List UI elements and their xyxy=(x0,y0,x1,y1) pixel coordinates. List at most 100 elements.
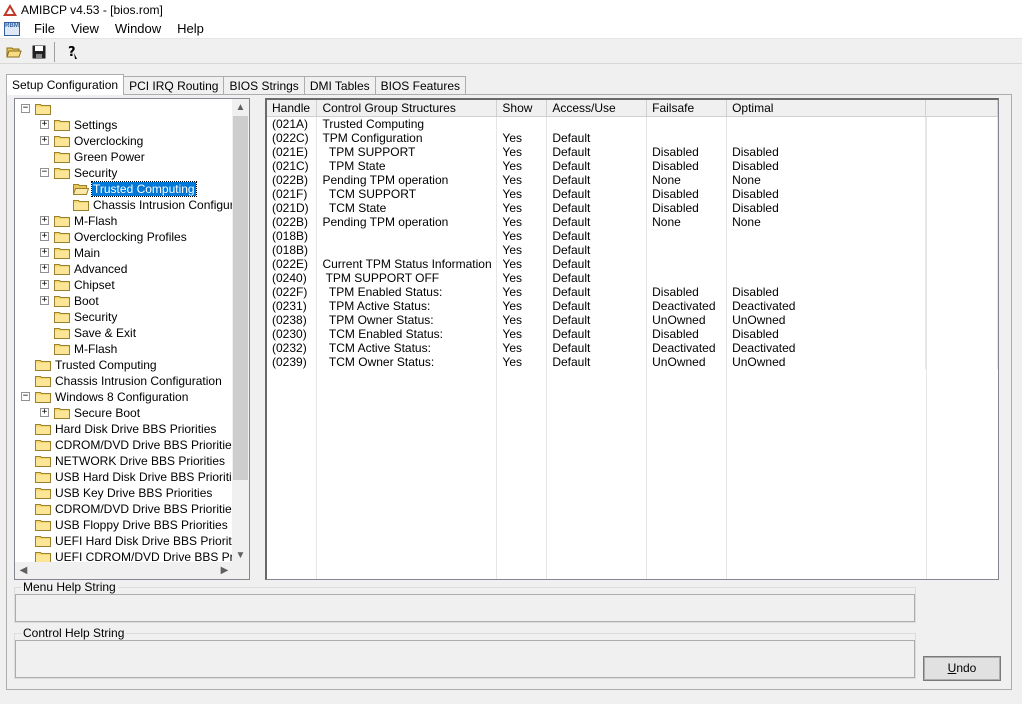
cell-access[interactable]: Default xyxy=(546,298,648,313)
table-row[interactable]: (0239) TCM Owner Status: Yes Default UnOwne… xyxy=(267,354,998,369)
cell-show[interactable]: Yes xyxy=(496,284,548,299)
cell-optimal[interactable]: Disabled xyxy=(726,200,927,215)
cell-show[interactable]: Yes xyxy=(496,312,548,327)
cell-optimal[interactable] xyxy=(726,270,927,285)
tree-node[interactable]: Boot xyxy=(54,293,100,309)
tree-node[interactable]: Chassis Intrusion Configuration xyxy=(35,373,223,389)
col-header-access[interactable]: Access/Use xyxy=(546,100,648,117)
cell-optimal[interactable]: None xyxy=(726,172,927,187)
cell-optimal[interactable] xyxy=(726,116,927,131)
tab-pci-irq-routing[interactable]: PCI IRQ Routing xyxy=(123,76,225,95)
cell-show[interactable] xyxy=(496,116,548,131)
table-row[interactable]: (022E) Current TPM Status Information Yes D… xyxy=(267,256,998,271)
cell-structure[interactable]: Pending TPM operation xyxy=(316,172,498,187)
menu-view[interactable]: View xyxy=(63,19,107,39)
cell-failsafe[interactable]: Disabled xyxy=(646,326,728,341)
cell-structure[interactable]: TCM SUPPORT xyxy=(316,186,498,201)
cell-access[interactable]: Default xyxy=(546,172,648,187)
tree-node[interactable]: Security xyxy=(54,165,118,181)
table-row[interactable]: (022B) Pending TPM operation Yes Default Non… xyxy=(267,172,998,187)
cell-optimal[interactable]: Deactivated xyxy=(726,340,927,355)
table-row[interactable]: (0231) TPM Active Status: Yes Default Deact… xyxy=(267,298,998,313)
tree-node[interactable]: Hard Disk Drive BBS Priorities xyxy=(35,421,217,437)
cell-handle[interactable]: (021F) xyxy=(267,186,318,201)
tree-node[interactable]: Green Power xyxy=(54,149,146,165)
tree-node[interactable]: Secure Boot xyxy=(54,405,141,421)
cell-failsafe[interactable]: Disabled xyxy=(646,144,728,159)
tree-node[interactable]: Overclocking Profiles xyxy=(54,229,188,245)
cell-handle[interactable]: (0232) xyxy=(267,340,318,355)
scroll-right-icon[interactable]: ▶ xyxy=(216,562,233,579)
cell-failsafe[interactable]: Deactivated xyxy=(646,298,728,313)
tree-node[interactable]: M-Flash xyxy=(54,213,118,229)
table-row[interactable]: (022F) TPM Enabled Status: Yes Default Disa… xyxy=(267,284,998,299)
cell-handle[interactable]: (021D) xyxy=(267,200,318,215)
expand-icon[interactable]: + xyxy=(40,120,49,129)
table-row[interactable]: (0232) TCM Active Status: Yes Default Deact… xyxy=(267,340,998,355)
tree-node[interactable]: CDROM/DVD Drive BBS Priorities xyxy=(35,501,233,517)
cell-failsafe[interactable] xyxy=(646,242,728,257)
cell-failsafe[interactable]: UnOwned xyxy=(646,312,728,327)
cell-handle[interactable]: (0238) xyxy=(267,312,318,327)
tree-node[interactable]: M-Flash xyxy=(54,341,118,357)
expand-icon[interactable]: + xyxy=(40,408,49,417)
table-row[interactable]: (022B) Pending TPM operation Yes Default Non… xyxy=(267,214,998,229)
cell-handle[interactable]: (022F) xyxy=(267,284,318,299)
col-header-optimal[interactable]: Optimal xyxy=(726,100,927,117)
tab-bios-strings[interactable]: BIOS Strings xyxy=(223,76,305,95)
tree-vertical-scrollbar[interactable]: ▲ ▼ xyxy=(232,99,249,564)
cell-access[interactable]: Default xyxy=(546,228,648,243)
cell-access[interactable]: Default xyxy=(546,326,648,341)
cell-show[interactable]: Yes xyxy=(496,326,548,341)
cell-handle[interactable]: (022C) xyxy=(267,130,318,145)
cell-access[interactable]: Default xyxy=(546,284,648,299)
cell-optimal[interactable]: None xyxy=(726,214,927,229)
cell-handle[interactable]: (022B) xyxy=(267,214,318,229)
cell-failsafe[interactable]: None xyxy=(646,172,728,187)
col-header-failsafe[interactable]: Failsafe xyxy=(646,100,728,117)
table-row[interactable]: (021A) Trusted Computing xyxy=(267,116,998,131)
table-row[interactable]: (021C) TPM State Yes Default Disabled Disabl… xyxy=(267,158,998,173)
tree-node[interactable]: USB Hard Disk Drive BBS Priorities xyxy=(35,469,233,485)
expand-icon[interactable]: + xyxy=(40,248,49,257)
cell-show[interactable]: Yes xyxy=(496,200,548,215)
cell-handle[interactable]: (022B) xyxy=(267,172,318,187)
tree-node[interactable]: Trusted Computing xyxy=(35,357,158,373)
cell-show[interactable]: Yes xyxy=(496,340,548,355)
tree-node[interactable]: Settings xyxy=(54,117,118,133)
cell-access[interactable]: Default xyxy=(546,242,648,257)
expand-icon[interactable]: + xyxy=(40,216,49,225)
tree-node[interactable]: Main xyxy=(54,245,101,261)
cell-optimal[interactable]: Disabled xyxy=(726,144,927,159)
cell-structure[interactable]: TPM Active Status: xyxy=(316,298,498,313)
cell-access[interactable]: Default xyxy=(546,130,648,145)
tab-dmi-tables[interactable]: DMI Tables xyxy=(303,76,376,95)
cell-failsafe[interactable]: Disabled xyxy=(646,284,728,299)
table-row[interactable]: (018B) Yes Default xyxy=(267,228,998,243)
save-button[interactable] xyxy=(28,41,50,63)
cell-handle[interactable]: (022E) xyxy=(267,256,318,271)
cell-show[interactable]: Yes xyxy=(496,186,548,201)
cell-optimal[interactable]: Disabled xyxy=(726,284,927,299)
table-row[interactable]: (0230) TCM Enabled Status: Yes Default Disa… xyxy=(267,326,998,341)
cell-access[interactable]: Default xyxy=(546,256,648,271)
cell-access[interactable] xyxy=(546,116,648,131)
cell-optimal[interactable] xyxy=(726,130,927,145)
collapse-icon[interactable]: − xyxy=(21,392,30,401)
table-row[interactable]: (0238) TPM Owner Status: Yes Default UnOwne… xyxy=(267,312,998,327)
menu-help[interactable]: Help xyxy=(169,19,212,39)
cell-structure[interactable]: TCM State xyxy=(316,200,498,215)
tree-node[interactable]: Chassis Intrusion Configuratio xyxy=(73,197,233,213)
tree-node[interactable]: Trusted Computing xyxy=(73,181,197,197)
cell-access[interactable]: Default xyxy=(546,144,648,159)
cell-show[interactable]: Yes xyxy=(496,298,548,313)
table-row[interactable]: (021D) TCM State Yes Default Disabled Disabl… xyxy=(267,200,998,215)
cell-failsafe[interactable]: None xyxy=(646,214,728,229)
collapse-icon[interactable]: − xyxy=(40,168,49,177)
cell-failsafe[interactable]: Disabled xyxy=(646,200,728,215)
col-header-handle[interactable]: Handle xyxy=(267,100,318,117)
cell-structure[interactable]: Current TPM Status Information xyxy=(316,256,498,271)
cell-access[interactable]: Default xyxy=(546,270,648,285)
expand-icon[interactable]: + xyxy=(40,296,49,305)
cell-structure[interactable]: Trusted Computing xyxy=(316,116,498,131)
